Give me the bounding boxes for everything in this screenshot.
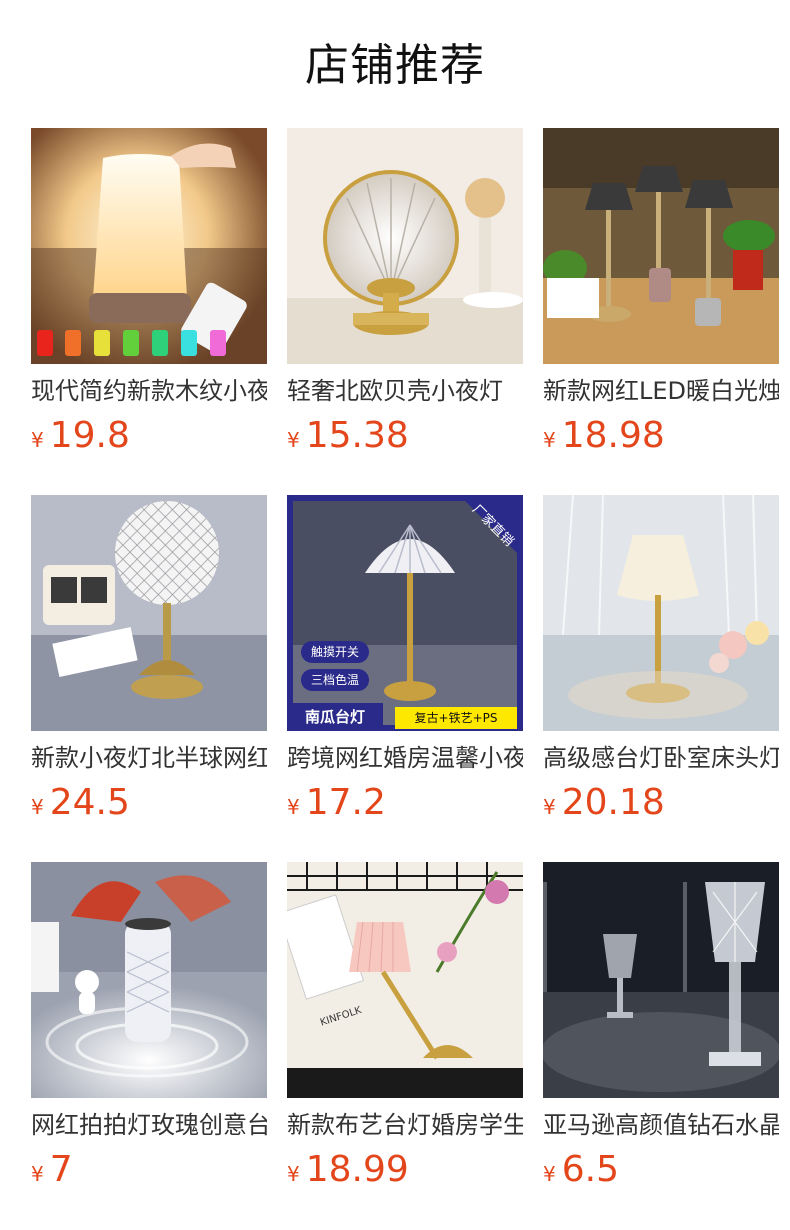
product-card[interactable]: 厂家直销 触摸开关 三档色温 南瓜台灯 复古+铁艺+PS 跨境网红婚房温馨小夜灯…: [287, 495, 523, 835]
product-card[interactable]: 亚马逊高颜值钻石水晶灯 ¥6.5: [543, 862, 779, 1202]
product-name[interactable]: 网红拍拍灯玫瑰创意台灯: [31, 1108, 267, 1142]
currency-symbol: ¥: [287, 1162, 300, 1186]
product-card[interactable]: 轻奢北欧贝壳小夜灯 ¥15.38: [287, 128, 523, 468]
product-name[interactable]: 新款网红LED暖白光烛台: [543, 374, 779, 408]
price-value: 20.18: [561, 782, 665, 823]
product-price: ¥18.99: [287, 1147, 409, 1193]
product-price: ¥6.5: [543, 1147, 619, 1193]
product-image[interactable]: [543, 862, 779, 1098]
price-value: 7: [49, 1149, 73, 1190]
currency-symbol: ¥: [287, 428, 300, 452]
product-image[interactable]: [543, 495, 779, 731]
product-image[interactable]: [31, 495, 267, 731]
price-value: 18.98: [561, 415, 665, 456]
product-image[interactable]: 厂家直销 触摸开关 三档色温 南瓜台灯 复古+铁艺+PS: [287, 495, 523, 731]
currency-symbol: ¥: [543, 428, 556, 452]
currency-symbol: ¥: [31, 1162, 44, 1186]
product-image[interactable]: [31, 862, 267, 1098]
price-value: 24.5: [49, 782, 130, 823]
currency-symbol: ¥: [31, 428, 44, 452]
product-price: ¥17.2: [287, 780, 386, 826]
currency-symbol: ¥: [543, 1162, 556, 1186]
product-name[interactable]: 跨境网红婚房温馨小夜灯: [287, 741, 523, 775]
product-price: ¥20.18: [543, 780, 665, 826]
product-name[interactable]: 新款布艺台灯婚房学生: [287, 1108, 523, 1142]
product-name[interactable]: 现代简约新款木纹小夜灯: [31, 374, 267, 408]
product-card[interactable]: 新款小夜灯北半球网红 ¥24.5: [31, 495, 267, 835]
product-price: ¥18.98: [543, 413, 665, 459]
product-card[interactable]: 现代简约新款木纹小夜灯 ¥19.8: [31, 128, 267, 468]
product-price: ¥15.38: [287, 413, 409, 459]
product-card[interactable]: 新款网红LED暖白光烛台 ¥18.98: [543, 128, 779, 468]
product-name[interactable]: 轻奢北欧贝壳小夜灯: [287, 374, 523, 408]
currency-symbol: ¥: [287, 795, 300, 819]
product-price: ¥24.5: [31, 780, 130, 826]
product-image[interactable]: [543, 128, 779, 364]
product-price: ¥19.8: [31, 413, 130, 459]
price-value: 17.2: [305, 782, 386, 823]
feature-tag: 三档色温: [301, 669, 370, 691]
currency-symbol: ¥: [543, 795, 556, 819]
product-image[interactable]: [287, 128, 523, 364]
page-title: 店铺推荐: [305, 40, 485, 91]
material-label: 复古+铁艺+PS: [395, 707, 517, 729]
currency-symbol: ¥: [31, 795, 44, 819]
product-image[interactable]: KINFOLK: [287, 862, 523, 1098]
price-value: 15.38: [305, 415, 409, 456]
feature-tag: 触摸开关: [301, 641, 370, 663]
price-value: 19.8: [49, 415, 130, 456]
product-name[interactable]: 高级感台灯卧室床头灯: [543, 741, 779, 775]
product-name[interactable]: 新款小夜灯北半球网红: [31, 741, 267, 775]
price-value: 6.5: [561, 1149, 619, 1190]
product-card[interactable]: KINFOLK 新款布艺台灯婚房学生 ¥18.99: [287, 862, 523, 1202]
product-card[interactable]: 网红拍拍灯玫瑰创意台灯 ¥7: [31, 862, 267, 1202]
product-image[interactable]: [31, 128, 267, 364]
product-label: 南瓜台灯: [287, 703, 383, 731]
product-name[interactable]: 亚马逊高颜值钻石水晶灯: [543, 1108, 779, 1142]
product-card[interactable]: 高级感台灯卧室床头灯 ¥20.18: [543, 495, 779, 835]
price-value: 18.99: [305, 1149, 409, 1190]
product-price: ¥7: [31, 1147, 73, 1193]
